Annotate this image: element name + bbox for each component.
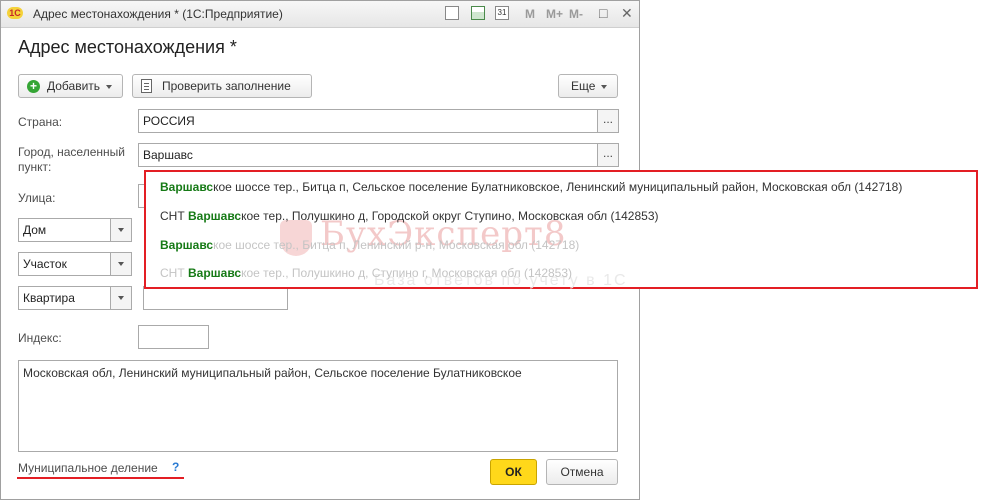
memory-button[interactable]: M	[525, 7, 535, 21]
apartment-type-dropdown[interactable]	[110, 287, 131, 309]
table-icon[interactable]	[471, 6, 485, 20]
add-button-label: Добавить	[47, 79, 101, 93]
suggestion-prefix: СНТ	[160, 209, 188, 223]
plot-type-select[interactable]: Участок	[18, 252, 132, 276]
chevron-down-icon	[106, 84, 113, 89]
municipal-division-link[interactable]: Муниципальное деление	[18, 461, 158, 475]
more-button-label: Еще	[571, 79, 596, 93]
country-field[interactable]: РОССИЯ	[138, 109, 598, 133]
house-type-dropdown[interactable]	[110, 219, 131, 241]
memory-minus-button[interactable]: M-	[569, 7, 583, 21]
app-logo-icon: 1С	[7, 7, 23, 19]
address-textarea[interactable]: Московская обл, Ленинский муниципальный …	[18, 360, 618, 452]
suggestion-item[interactable]: СНТ Варшавское тер., Полушкино д, Городс…	[160, 209, 659, 223]
country-label: Страна:	[18, 115, 63, 129]
document-check-icon	[141, 79, 152, 93]
city-field[interactable]: Варшавс	[138, 143, 598, 167]
suggestion-match: Варшавс	[188, 266, 242, 280]
ok-button[interactable]: ОК	[490, 459, 537, 485]
suggestion-prefix: СНТ	[160, 266, 188, 280]
chevron-down-icon	[118, 262, 124, 266]
city-suggestions-dropdown: БухЭксперт8 База ответов по учету в 1С В…	[144, 170, 978, 289]
suggestion-rest: кое тер., Полушкино д, Городской округ С…	[241, 209, 659, 223]
more-button[interactable]: Еще	[558, 74, 618, 98]
city-pick-button[interactable]: ...	[597, 143, 619, 167]
chevron-down-icon	[118, 228, 124, 232]
apartment-field[interactable]	[143, 286, 288, 310]
suggestion-item[interactable]: Варшавское шоссе тер., Битца п, Ленински…	[160, 238, 579, 252]
plot-type-value: Участок	[23, 257, 67, 271]
index-field[interactable]	[138, 325, 209, 349]
suggestion-rest: кое шоссе тер., Битца п, Сельское поселе…	[213, 180, 903, 194]
restore-icon[interactable]: □	[599, 5, 607, 21]
title-bar: 1С Адрес местонахождения * (1С:Предприят…	[1, 1, 639, 28]
city-label: Город, населенный пункт:	[18, 145, 125, 174]
memory-plus-button[interactable]: M+	[546, 7, 563, 21]
country-pick-button[interactable]: ...	[597, 109, 619, 133]
check-filling-label: Проверить заполнение	[162, 79, 291, 93]
suggestion-rest: кое тер., Полушкино д, Ступино г, Москов…	[241, 266, 573, 280]
plus-icon: +	[27, 80, 40, 93]
chevron-down-icon	[118, 296, 124, 300]
plot-type-dropdown[interactable]	[110, 253, 131, 275]
chevron-down-icon	[601, 84, 608, 89]
close-icon[interactable]: ✕	[621, 5, 633, 22]
apartment-type-value: Квартира	[23, 291, 75, 305]
house-type-select[interactable]: Дом	[18, 218, 132, 242]
window-title: Адрес местонахождения * (1С:Предприятие)	[33, 7, 283, 21]
apartment-type-select[interactable]: Квартира	[18, 286, 132, 310]
calendar-icon[interactable]: 31	[495, 6, 509, 20]
suggestion-match: Варшавс	[160, 180, 214, 194]
street-label: Улица:	[18, 191, 56, 205]
add-button[interactable]: + Добавить	[18, 74, 123, 98]
red-underline-annotation	[17, 477, 184, 479]
suggestion-item[interactable]: СНТ Варшавское тер., Полушкино д, Ступин…	[160, 266, 572, 280]
house-type-value: Дом	[23, 223, 47, 237]
suggestion-rest: кое шоссе тер., Битца п, Ленинский р-н, …	[213, 238, 580, 252]
help-icon[interactable]: ?	[172, 460, 179, 474]
suggestion-match: Варшавс	[188, 209, 242, 223]
suggestion-match: Варшавс	[160, 238, 214, 252]
cancel-button[interactable]: Отмена	[546, 459, 618, 485]
suggestion-item[interactable]: Варшавское шоссе тер., Битца п, Сельское…	[160, 180, 902, 194]
check-filling-button[interactable]: Проверить заполнение	[132, 74, 312, 98]
print-icon[interactable]	[445, 6, 459, 20]
form-title: Адрес местонахождения *	[18, 37, 237, 57]
index-label: Индекс:	[18, 331, 62, 345]
